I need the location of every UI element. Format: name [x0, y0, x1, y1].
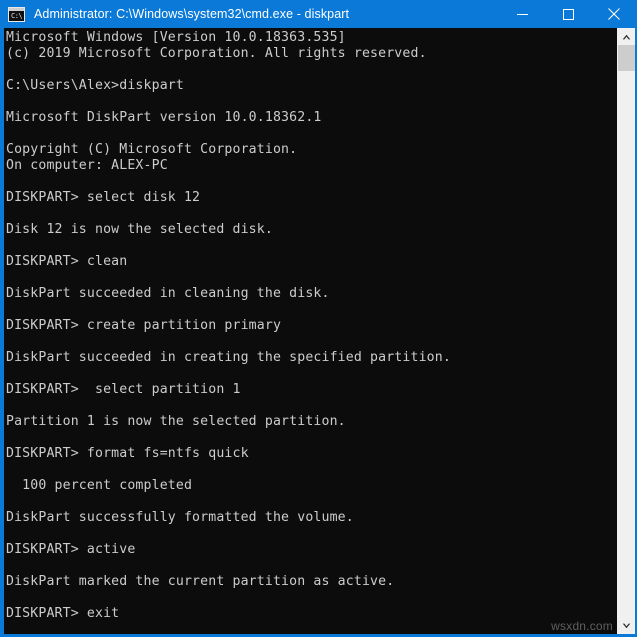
console-line: On computer: ALEX-PC	[6, 158, 168, 173]
console-line: Copyright (C) Microsoft Corporation.	[6, 142, 298, 157]
console-line: DISKPART> create partition primary	[6, 318, 282, 333]
cmd-window: C:\ Administrator: C:\Windows\system32\c…	[0, 0, 637, 637]
scrollbar-up-arrow-icon[interactable]	[618, 28, 635, 45]
scrollbar-down-arrow-icon[interactable]	[618, 617, 635, 634]
console-line: DISKPART> select partition 1	[6, 382, 241, 397]
console-line: Disk 12 is now the selected disk.	[6, 222, 273, 237]
console-line: DISKPART> format fs=ntfs quick	[6, 446, 249, 461]
console-line: DISKPART> clean	[6, 254, 128, 269]
console-line: DiskPart successfully formatted the volu…	[6, 510, 354, 525]
cmd-console-icon: C:\	[8, 6, 25, 22]
console-output[interactable]: Microsoft Windows [Version 10.0.18363.53…	[4, 28, 617, 634]
console-line: C:\Users\Alex>diskpart	[6, 78, 184, 93]
cmd-icon-titlebar-strip	[9, 7, 24, 11]
console-line: DISKPART> select disk 12	[6, 190, 201, 205]
console-line: DISKPART> exit	[6, 606, 120, 621]
scrollbar-thumb[interactable]	[618, 45, 635, 71]
window-title: Administrator: C:\Windows\system32\cmd.e…	[34, 7, 350, 21]
console-line: DISKPART> active	[6, 542, 136, 557]
console-line: DiskPart succeeded in cleaning the disk.	[6, 286, 330, 301]
title-bar[interactable]: C:\ Administrator: C:\Windows\system32\c…	[0, 0, 637, 28]
console-area[interactable]: Microsoft Windows [Version 10.0.18363.53…	[0, 28, 637, 637]
minimize-button[interactable]	[499, 0, 545, 28]
console-line: Microsoft DiskPart version 10.0.18362.1	[6, 110, 322, 125]
console-line: Partition 1 is now the selected partitio…	[6, 414, 346, 429]
console-line: 100 percent completed	[6, 478, 193, 493]
console-scrollbar[interactable]	[617, 28, 635, 634]
console-line: Microsoft Windows [Version 10.0.18363.53…	[6, 30, 346, 45]
scrollbar-track[interactable]	[618, 45, 635, 617]
close-button[interactable]	[591, 0, 637, 28]
console-line: (c) 2019 Microsoft Corporation. All righ…	[6, 46, 427, 61]
console-line: DiskPart marked the current partition as…	[6, 574, 395, 589]
cmd-icon-prompt-text: C:\	[11, 11, 23, 20]
maximize-button[interactable]	[545, 0, 591, 28]
console-line: DiskPart succeeded in creating the speci…	[6, 350, 451, 365]
